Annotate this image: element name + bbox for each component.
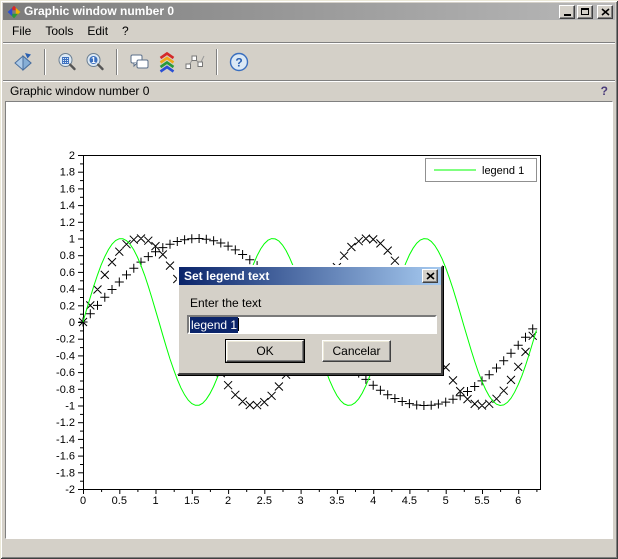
y-tick-label: 1.6 [60,183,75,195]
y-tick-label: 0.6 [60,267,75,279]
y-tick-label: 0.8 [60,250,75,262]
scilab-app-icon [7,5,21,19]
info-text: Graphic window number 0 [10,84,149,98]
legend-text-input[interactable]: legend 1 [187,315,437,334]
datatips-button[interactable] [181,48,209,76]
help-button[interactable]: ? [225,48,253,76]
x-tick-label: 0 [80,495,86,507]
x-tick-label: 4 [370,495,376,507]
menu-edit[interactable]: Edit [80,21,115,41]
info-bar: Graphic window number 0 ? [3,82,615,100]
legend-label: legend 1 [482,165,524,177]
y-tick-label: 1.4 [60,200,75,212]
y-tick-label: -0.4 [56,350,75,362]
scilab-ged-button[interactable] [153,48,181,76]
y-tick-label: -0.2 [56,334,75,346]
x-tick-label: 3 [298,495,304,507]
x-tick-label: 1.5 [184,495,199,507]
y-tick-label: 0 [69,317,75,329]
toolbar-separator [116,49,118,75]
x-tick-label: 2 [225,495,231,507]
datatips-icon [184,51,206,73]
y-tick-label: -1 [65,401,75,413]
x-tick-label: 0.5 [112,495,127,507]
y-tick-label: -2 [65,484,75,496]
y-tick-label: 1 [69,234,75,246]
dialog-prompt: Enter the text [190,296,261,310]
y-tick-label: 1.2 [60,217,75,229]
dialog-title: Set legend text [184,267,422,285]
y-tick-label: -1.8 [56,467,75,479]
y-tick-label: 0.4 [60,284,75,296]
y-tick-label: -1.2 [56,417,75,429]
svg-text:1: 1 [91,56,96,65]
svg-text:?: ? [235,56,242,70]
dialogs-button[interactable] [125,48,153,76]
x-tick-label: 1 [152,495,158,507]
ok-button[interactable]: OK [226,340,304,362]
graphic-window: Graphic window number 0 File Tools Edit … [0,0,618,559]
toolbar: 1 [3,45,615,79]
legend: legend 1 [426,159,537,182]
dialog-title-bar[interactable]: Set legend text [179,267,441,285]
cancel-button[interactable]: Cancelar [322,340,391,362]
y-tick-label: 1.8 [60,167,75,179]
set-legend-dialog: Set legend text Enter the text legend 1 … [177,265,443,375]
zoom-area-button[interactable] [53,48,81,76]
window-title: Graphic window number 0 [24,3,559,20]
y-tick-label: -0.6 [56,367,75,379]
window-controls [559,5,613,19]
scilab-ged-icon [156,51,178,73]
menu-tools[interactable]: Tools [38,21,80,41]
dialog-close-button[interactable] [422,269,438,283]
minimize-icon [564,14,571,16]
toolbar-separator [216,49,218,75]
close-icon [601,8,610,16]
minimize-button[interactable] [559,5,575,19]
zoom-area-icon [56,51,78,73]
x-tick-label: 6 [515,495,521,507]
title-bar: Graphic window number 0 [3,3,615,20]
y-tick-label: 0.2 [60,300,75,312]
menu-toolbar-divider [3,42,615,44]
close-button[interactable] [597,5,613,19]
maximize-button[interactable] [577,5,593,19]
y-tick-label: -1.4 [56,434,75,446]
input-selected-text: legend 1 [190,317,238,333]
y-tick-label: 2 [69,150,75,162]
reset-zoom-button[interactable]: 1 [81,48,109,76]
menu-help[interactable]: ? [115,21,136,41]
x-tick-label: 5.5 [474,495,489,507]
text-caret [238,318,239,331]
toolbar-separator [44,49,46,75]
rotate-button[interactable] [9,48,37,76]
reset-zoom-icon: 1 [84,51,106,73]
x-tick-label: 3.5 [329,495,344,507]
y-tick-label: -0.8 [56,384,75,396]
x-tick-label: 4.5 [402,495,417,507]
help-icon: ? [228,51,250,73]
x-tick-label: 2.5 [257,495,272,507]
x-tick-label: 5 [443,495,449,507]
y-tick-label: -1.6 [56,451,75,463]
dialogs-icon [128,51,150,73]
info-help-icon[interactable]: ? [601,84,608,98]
menu-bar: File Tools Edit ? [3,20,615,42]
dialog-close-icon [426,272,435,280]
menu-file[interactable]: File [5,21,38,41]
rotate-icon [12,51,34,73]
maximize-icon [581,8,589,15]
